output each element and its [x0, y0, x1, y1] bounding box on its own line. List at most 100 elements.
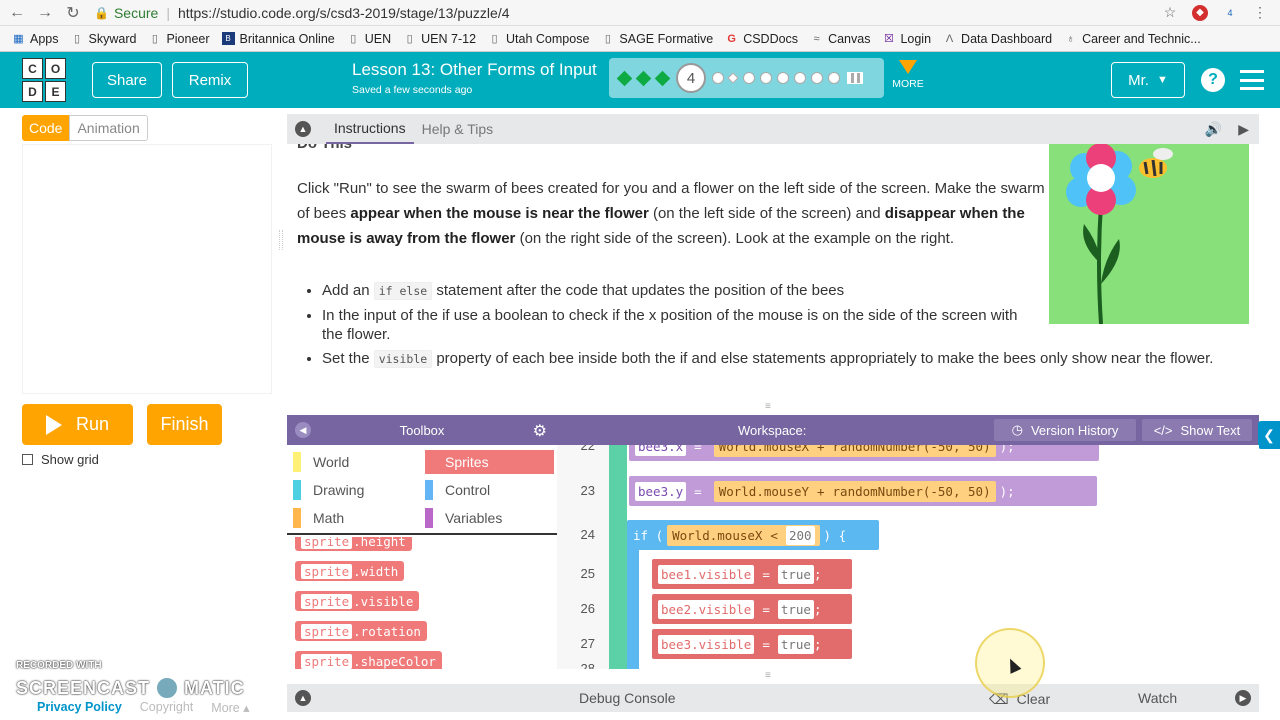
block-value: true — [777, 564, 814, 584]
bookmark-uen-7-12[interactable]: ▯ UEN 7-12 — [403, 32, 476, 46]
bookmark-uen[interactable]: ▯ UEN — [347, 32, 391, 46]
chrome-menu-icon[interactable]: ⋮ — [1252, 4, 1268, 21]
back-icon[interactable]: ← — [6, 2, 28, 24]
watermark-caption: RECORDED WITH — [16, 660, 102, 671]
level-dot[interactable] — [828, 72, 840, 84]
tab-instructions[interactable]: Instructions — [326, 114, 414, 144]
collapse-instructions-icon[interactable]: ▲ — [295, 121, 311, 137]
expand-debug-icon[interactable]: ▲ — [295, 690, 311, 706]
bookmark-label: Login — [900, 31, 932, 46]
bookmark-skyward[interactable]: ▯ Skyward — [71, 32, 136, 46]
extension-red-icon[interactable]: ◆ — [1192, 4, 1208, 21]
level-dot[interactable] — [760, 72, 772, 84]
category-control[interactable]: Control — [419, 478, 549, 502]
address-bar[interactable]: 🔒 Secure | https://studio.code.org/s/csd… — [94, 2, 1162, 24]
code-block-line-25[interactable]: bee1.visible = true ; — [652, 559, 852, 589]
category-variables[interactable]: Variables — [419, 506, 549, 530]
bookmark-pioneer[interactable]: ▯ Pioneer — [148, 32, 210, 46]
sprite-visible-block[interactable]: sprite .visible — [295, 591, 420, 611]
speaker-icon[interactable]: 🔊 — [1205, 121, 1222, 138]
code-workspace[interactable]: 22 23 24 25 26 27 28 bee3.x = World.mous… — [557, 445, 1259, 669]
animation-mode-button[interactable]: Animation — [69, 115, 148, 141]
level-dot[interactable] — [712, 72, 724, 84]
bookmark-apps[interactable]: ▦ Apps — [12, 32, 58, 46]
show-grid-checkbox[interactable] — [22, 454, 33, 465]
apps-grid-icon: ▦ — [13, 33, 24, 45]
level-dot[interactable] — [794, 72, 806, 84]
gear-icon[interactable]: ⚙ — [533, 421, 547, 441]
expand-side-panel-icon[interactable]: ❮ — [1258, 421, 1280, 449]
category-sprites[interactable]: Sprites — [425, 450, 554, 474]
lesson-title[interactable]: Lesson 13: Other Forms of Input — [352, 60, 597, 80]
code-block-line-27[interactable]: bee3.visible = true ; — [652, 629, 852, 659]
inline-code: visible — [373, 350, 433, 368]
expand-watch-icon[interactable]: ▶ — [1235, 690, 1251, 706]
block-variable: bee3.x — [635, 445, 687, 456]
bookmark-canvas[interactable]: ≈ Canvas — [810, 32, 871, 46]
more-levels-button[interactable]: MORE — [892, 60, 924, 90]
line-number: 25 — [580, 566, 595, 581]
code-block-line-26[interactable]: bee2.visible = true ; — [652, 594, 852, 624]
show-grid-option[interactable]: Show grid — [22, 452, 99, 467]
sprite-rotation-block[interactable]: sprite .rotation — [295, 621, 427, 641]
category-world[interactable]: World — [287, 450, 417, 474]
if-block-line-24[interactable]: if ( World.mouseX <200 ) { — [627, 520, 879, 550]
reload-icon[interactable]: ↻ — [62, 2, 84, 24]
watch-label[interactable]: Watch — [1138, 690, 1177, 706]
bookmark-data-dashboard[interactable]: Λ Data Dashboard — [943, 32, 1052, 46]
logo-letter: E — [45, 81, 66, 102]
panel-resize-handle[interactable] — [279, 230, 283, 250]
forward-icon[interactable]: → — [34, 2, 56, 24]
expr-text: World.mouseY — [718, 483, 809, 499]
sprite-height-block[interactable]: sprite .height — [295, 537, 412, 551]
current-level-bubble[interactable]: 4 — [676, 63, 706, 93]
level-dot[interactable] — [811, 72, 823, 84]
play-audio-icon[interactable]: ▶ — [1238, 121, 1249, 138]
sprite-shapecolor-block[interactable]: sprite .shapeColor — [295, 651, 442, 669]
level-dot[interactable] — [777, 72, 789, 84]
code-org-logo[interactable]: C O D E — [22, 58, 66, 102]
left-panel: Code Animation Run Finish Show grid RECO… — [0, 108, 286, 720]
tab-help-tips[interactable]: Help & Tips — [422, 121, 494, 137]
finish-button[interactable]: Finish — [147, 404, 222, 445]
show-text-button[interactable]: </> Show Text — [1142, 419, 1252, 441]
bookmark-career[interactable]: ♁ Career and Technic... — [1064, 32, 1200, 46]
user-menu-button[interactable]: Mr. ▼ — [1111, 62, 1185, 98]
category-label: Drawing — [313, 482, 365, 498]
category-drawing[interactable]: Drawing — [287, 478, 417, 502]
flag-icon[interactable] — [847, 72, 863, 84]
code-block-line-23[interactable]: bee3.y = World.mouseY + randomNumber(-50, … — [629, 476, 1097, 506]
remix-button[interactable]: Remix — [172, 62, 248, 98]
bookmark-login[interactable]: ☒ Login — [882, 32, 931, 46]
star-icon[interactable]: ☆ — [1162, 4, 1178, 21]
help-icon[interactable]: ? — [1201, 68, 1225, 92]
hamburger-menu-icon[interactable] — [1240, 70, 1264, 90]
collapse-toolbox-icon[interactable]: ◀ — [295, 422, 311, 438]
example-animation-image[interactable] — [1049, 144, 1249, 325]
level-complete-dot[interactable] — [654, 70, 671, 86]
instructions-resize-handle[interactable]: ≡ — [765, 401, 772, 412]
workspace-resize-handle[interactable]: ≡ — [765, 670, 772, 681]
category-swatch — [293, 508, 301, 528]
privacy-policy-link[interactable]: Privacy Policy — [37, 700, 122, 714]
level-complete-dot[interactable] — [616, 70, 633, 86]
bookmark-csddocs[interactable]: G CSDDocs — [725, 32, 798, 46]
run-button[interactable]: Run — [22, 404, 133, 445]
game-canvas[interactable] — [22, 144, 272, 394]
extension-badge-icon[interactable]: 4 — [1222, 5, 1238, 21]
block-property: .visible — [353, 593, 414, 609]
bookmark-britannica[interactable]: B Britannica Online — [221, 32, 335, 46]
more-footer-link[interactable]: More ▴ — [211, 700, 249, 715]
bookmark-sage[interactable]: ▯ SAGE Formative — [601, 32, 713, 46]
copyright-link[interactable]: Copyright — [140, 700, 194, 714]
code-block-line-22[interactable]: bee3.x = World.mouseX + randomNumber(-50, … — [629, 445, 1099, 461]
version-history-button[interactable]: ◷ Version History — [994, 419, 1136, 441]
level-dot[interactable] — [743, 72, 755, 84]
code-mode-button[interactable]: Code — [22, 115, 70, 141]
level-complete-dot[interactable] — [635, 70, 652, 86]
level-dot[interactable] — [727, 72, 739, 84]
bookmark-utah-compose[interactable]: ▯ Utah Compose — [488, 32, 590, 46]
share-button[interactable]: Share — [92, 62, 162, 98]
sprite-width-block[interactable]: sprite .width — [295, 561, 405, 581]
category-math[interactable]: Math — [287, 506, 417, 530]
